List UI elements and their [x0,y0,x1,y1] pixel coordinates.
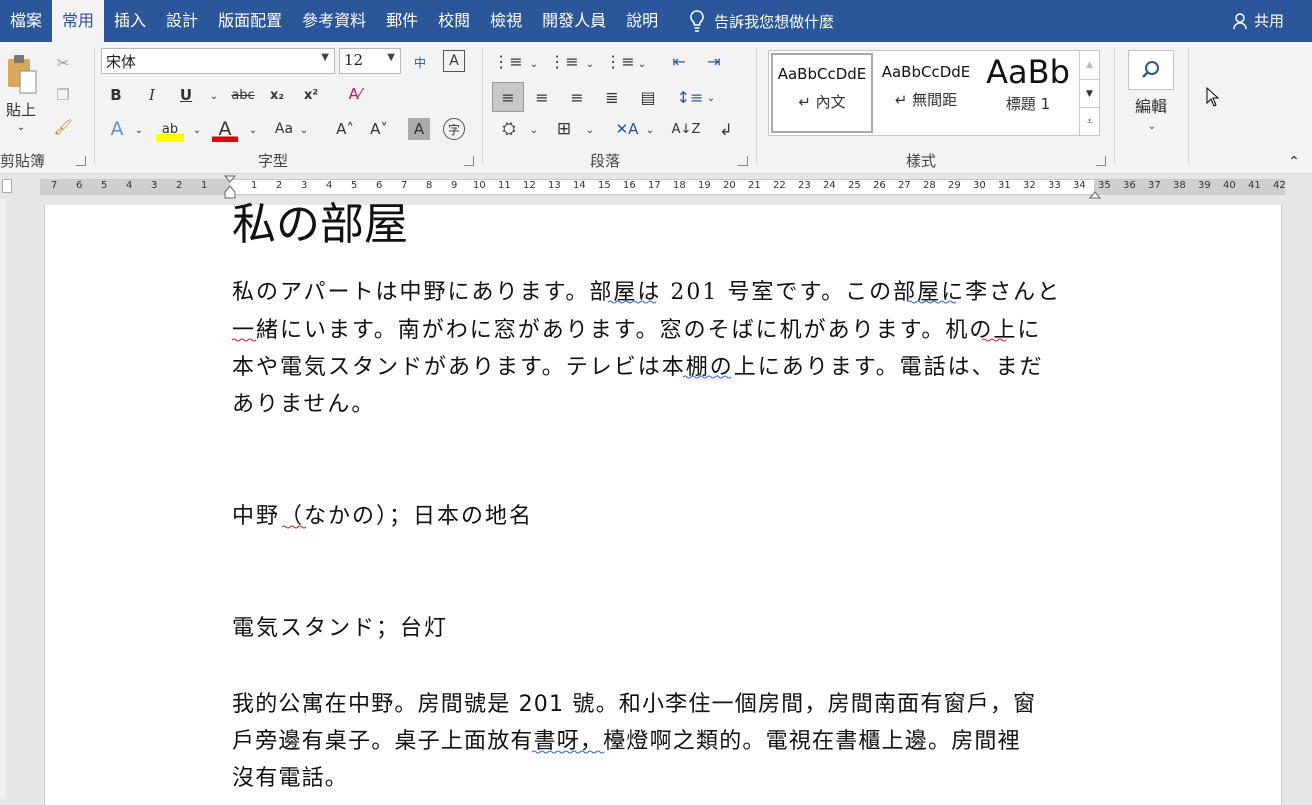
spellcheck-underlines [231,300,1007,754]
